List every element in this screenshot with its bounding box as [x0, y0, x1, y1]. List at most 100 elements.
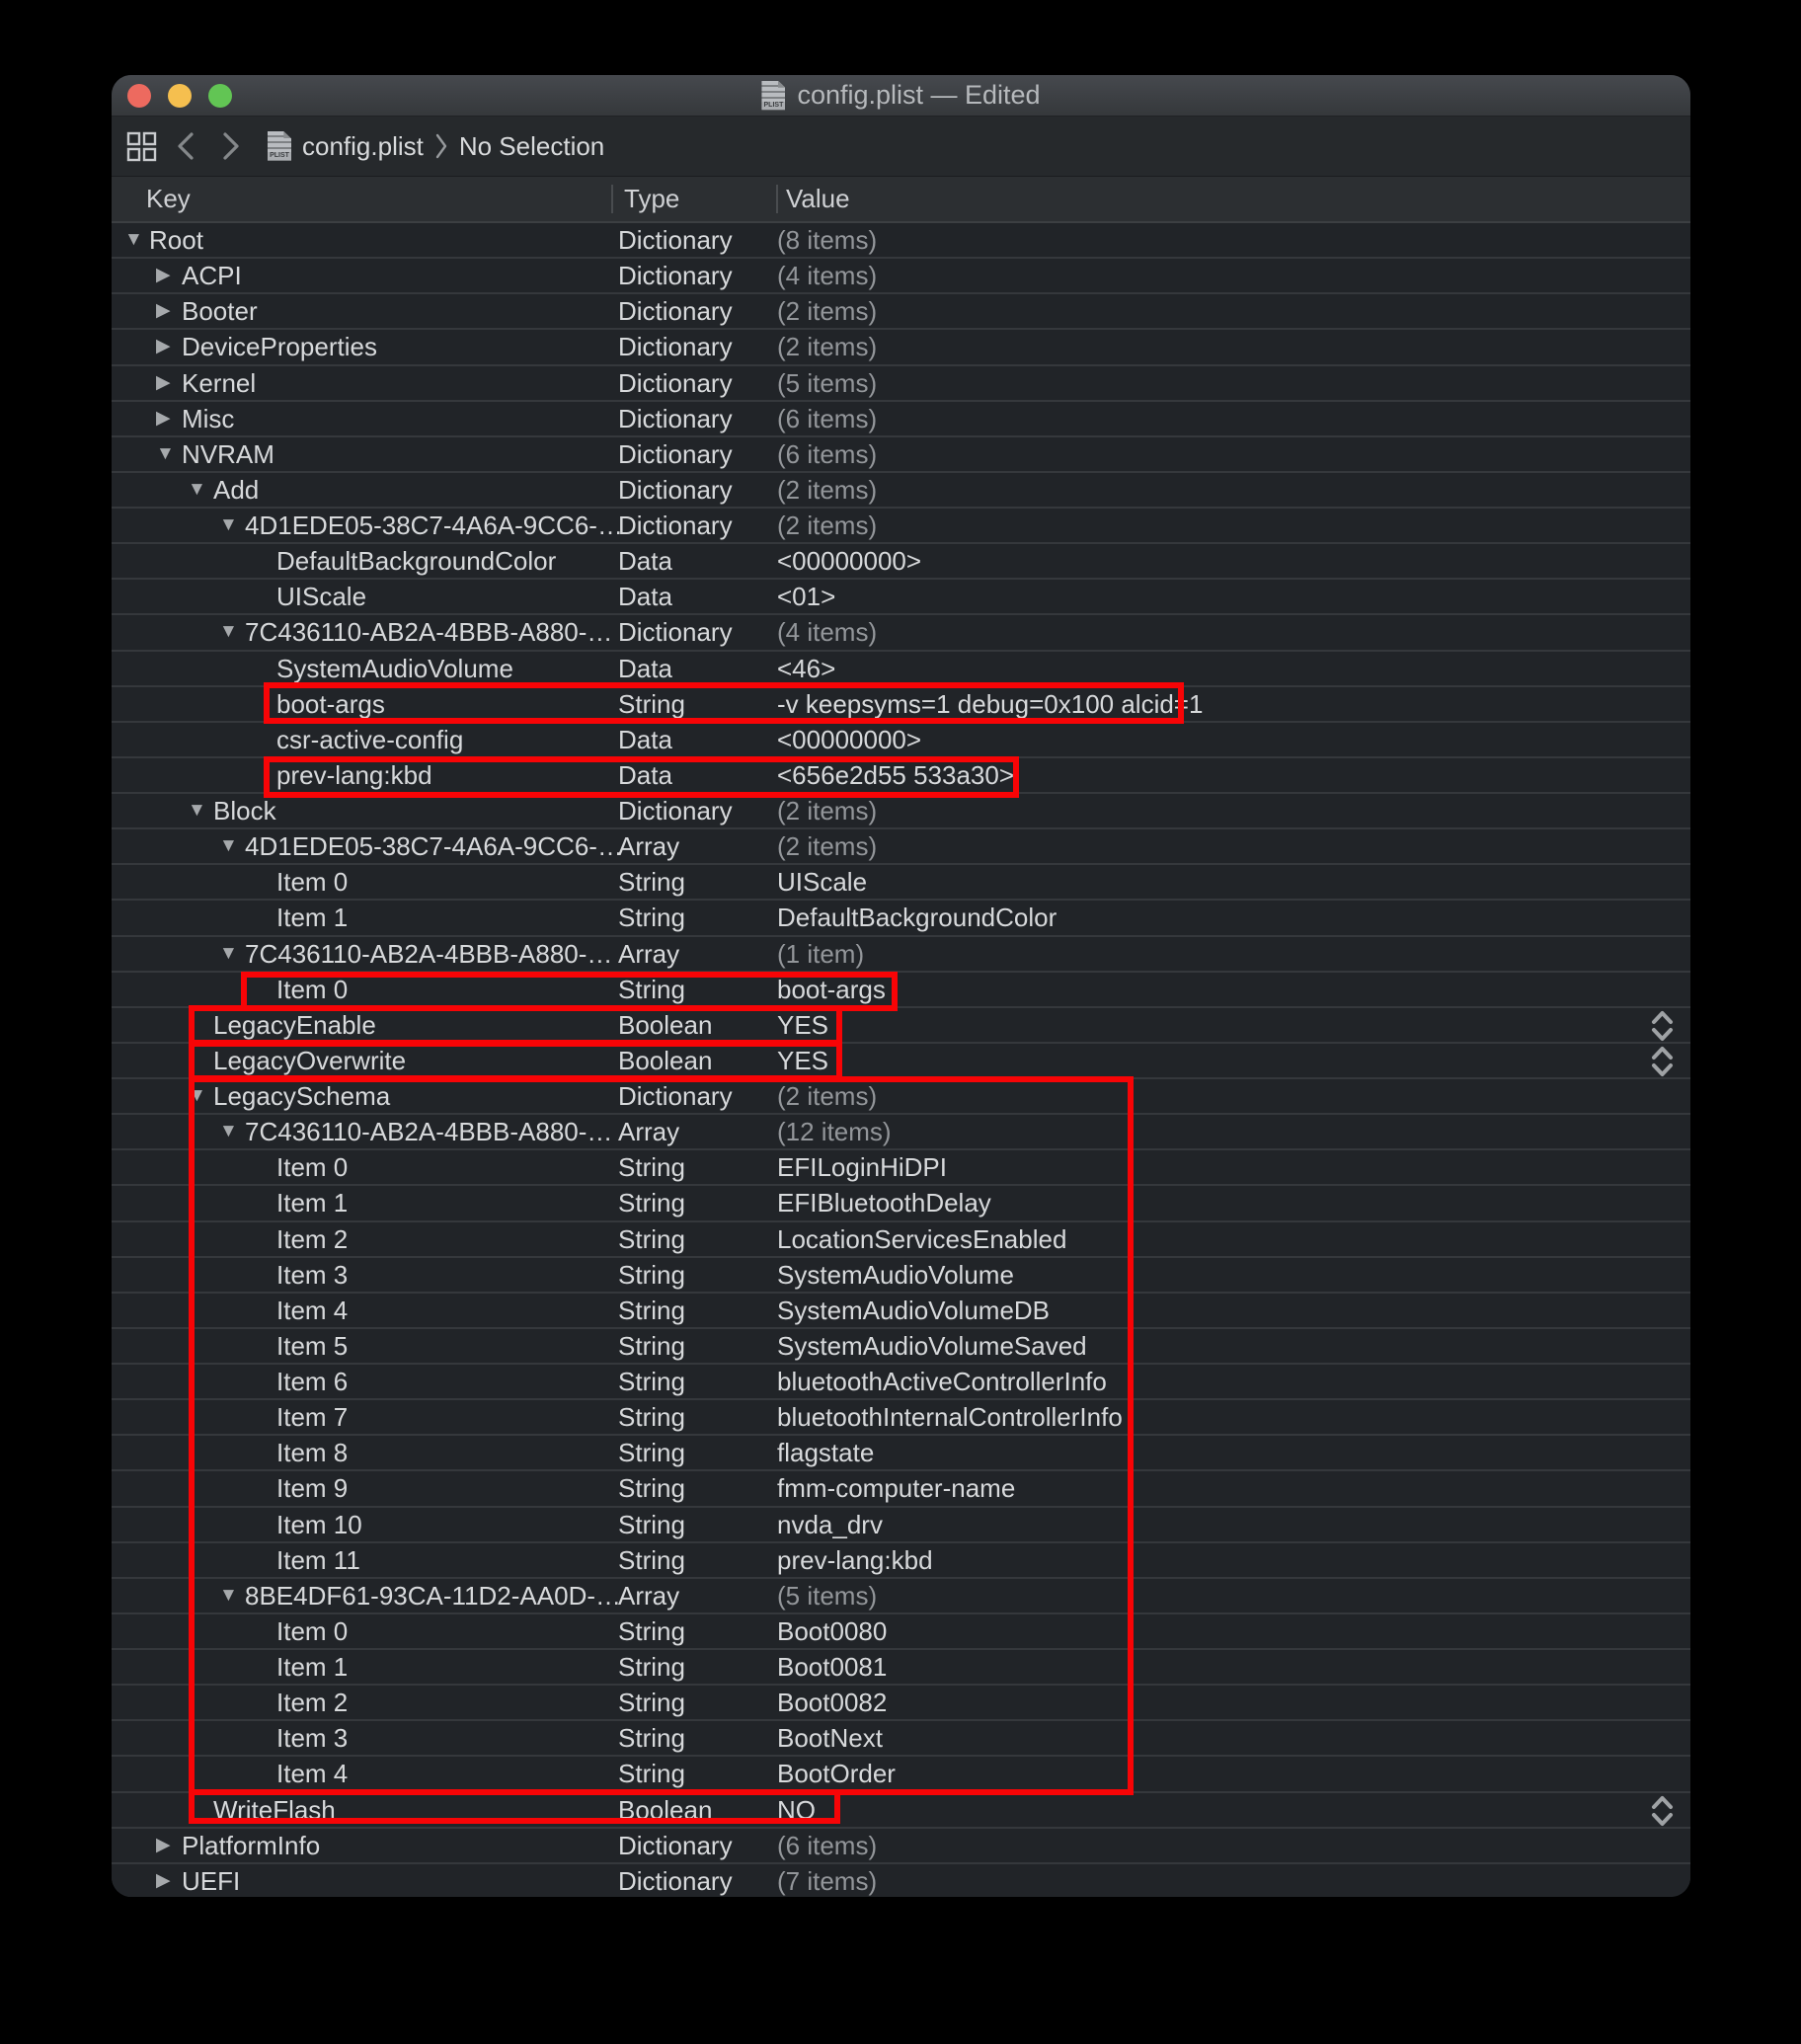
- disclosure-triangle-icon[interactable]: ▼: [124, 223, 143, 257]
- plist-row-item-0[interactable]: Item 0 String boot-args: [112, 973, 1690, 1008]
- plist-row-uefi[interactable]: ▶ UEFI Dictionary (7 items): [112, 1864, 1690, 1897]
- row-type[interactable]: String: [618, 1686, 685, 1719]
- plist-row-booter[interactable]: ▶ Booter Dictionary (2 items): [112, 294, 1690, 330]
- row-value[interactable]: EFIBluetoothDelay: [777, 1186, 991, 1219]
- plist-row-item-10[interactable]: Item 10 String nvda_drv: [112, 1508, 1690, 1543]
- close-button[interactable]: [127, 84, 151, 108]
- row-type[interactable]: Dictionary: [618, 1079, 733, 1113]
- row-type[interactable]: String: [618, 901, 685, 934]
- row-value[interactable]: DefaultBackgroundColor: [777, 901, 1057, 934]
- row-type[interactable]: String: [618, 1365, 685, 1398]
- plist-row-item-2[interactable]: Item 2 String LocationServicesEnabled: [112, 1222, 1690, 1258]
- row-type[interactable]: Array: [618, 937, 679, 971]
- plist-row-item-11[interactable]: Item 11 String prev-lang:kbd: [112, 1543, 1690, 1579]
- row-type[interactable]: String: [618, 1721, 685, 1755]
- plist-row-item-3[interactable]: Item 3 String BootNext: [112, 1721, 1690, 1757]
- row-value[interactable]: (2 items): [777, 1079, 877, 1113]
- plist-row-item-5[interactable]: Item 5 String SystemAudioVolumeSaved: [112, 1329, 1690, 1365]
- plist-row-7c436110-ab2a-4bbb-a880-[interactable]: ▼ 7C436110-AB2A-4BBB-A880-… Array (1 ite…: [112, 937, 1690, 973]
- boolean-updown-chevrons-icon[interactable]: [1649, 1045, 1676, 1078]
- plist-row-item-0[interactable]: Item 0 String EFILoginHiDPI: [112, 1150, 1690, 1186]
- row-type[interactable]: Dictionary: [618, 330, 733, 363]
- row-type[interactable]: Array: [618, 1115, 679, 1148]
- plist-row-add[interactable]: ▼ Add Dictionary (2 items): [112, 473, 1690, 509]
- plist-row-item-4[interactable]: Item 4 String BootOrder: [112, 1757, 1690, 1792]
- column-header-type[interactable]: Type: [624, 184, 679, 214]
- plist-row-item-4[interactable]: Item 4 String SystemAudioVolumeDB: [112, 1294, 1690, 1329]
- row-value[interactable]: (8 items): [777, 223, 877, 257]
- row-value[interactable]: (5 items): [777, 1579, 877, 1612]
- column-divider[interactable]: [611, 185, 613, 213]
- row-type[interactable]: String: [618, 1543, 685, 1577]
- row-value[interactable]: (2 items): [777, 829, 877, 863]
- row-type[interactable]: String: [618, 973, 685, 1006]
- row-value[interactable]: (1 item): [777, 937, 864, 971]
- plist-row-uiscale[interactable]: UIScale Data <01>: [112, 580, 1690, 615]
- row-type[interactable]: Dictionary: [618, 259, 733, 292]
- row-value[interactable]: Boot0082: [777, 1686, 887, 1719]
- plist-row-systemaudiovolume[interactable]: SystemAudioVolume Data <46>: [112, 652, 1690, 687]
- row-type[interactable]: Boolean: [618, 1008, 712, 1042]
- row-value[interactable]: BootNext: [777, 1721, 883, 1755]
- disclosure-triangle-icon[interactable]: ▶: [156, 259, 171, 292]
- row-type[interactable]: Dictionary: [618, 294, 733, 328]
- disclosure-triangle-icon[interactable]: ▶: [156, 366, 171, 400]
- row-type[interactable]: Data: [618, 652, 672, 685]
- disclosure-triangle-icon[interactable]: ▼: [219, 1579, 238, 1612]
- breadcrumb-file-name[interactable]: config.plist: [302, 131, 424, 162]
- related-items-icon[interactable]: [126, 131, 157, 162]
- row-type[interactable]: Data: [618, 723, 672, 756]
- row-type[interactable]: String: [618, 687, 685, 721]
- row-value[interactable]: NO: [777, 1793, 816, 1827]
- disclosure-triangle-icon[interactable]: ▼: [188, 794, 206, 827]
- plist-row-item-1[interactable]: Item 1 String EFIBluetoothDelay: [112, 1186, 1690, 1221]
- zoom-button[interactable]: [208, 84, 232, 108]
- disclosure-triangle-icon[interactable]: ▼: [219, 509, 238, 542]
- row-value[interactable]: <00000000>: [777, 723, 921, 756]
- row-value[interactable]: bluetoothInternalControllerInfo: [777, 1400, 1123, 1434]
- plist-row-misc[interactable]: ▶ Misc Dictionary (6 items): [112, 402, 1690, 437]
- plist-row-csr-active-config[interactable]: csr-active-config Data <00000000>: [112, 723, 1690, 758]
- plist-row-item-2[interactable]: Item 2 String Boot0082: [112, 1686, 1690, 1721]
- row-value[interactable]: <01>: [777, 580, 835, 613]
- row-type[interactable]: Array: [618, 1579, 679, 1612]
- row-type[interactable]: Data: [618, 544, 672, 578]
- row-value[interactable]: prev-lang:kbd: [777, 1543, 933, 1577]
- row-value[interactable]: Boot0081: [777, 1650, 887, 1684]
- row-value[interactable]: (2 items): [777, 509, 877, 542]
- plist-row-item-1[interactable]: Item 1 String Boot0081: [112, 1650, 1690, 1686]
- row-value[interactable]: (5 items): [777, 366, 877, 400]
- row-type[interactable]: String: [618, 1186, 685, 1219]
- row-type[interactable]: Data: [618, 758, 672, 792]
- plist-row-deviceproperties[interactable]: ▶ DeviceProperties Dictionary (2 items): [112, 330, 1690, 365]
- row-value[interactable]: nvda_drv: [777, 1508, 883, 1541]
- row-type[interactable]: String: [618, 1400, 685, 1434]
- row-value[interactable]: bluetoothActiveControllerInfo: [777, 1365, 1107, 1398]
- row-value[interactable]: (2 items): [777, 473, 877, 507]
- row-value[interactable]: (2 items): [777, 794, 877, 827]
- forward-button[interactable]: [220, 129, 242, 163]
- row-value[interactable]: EFILoginHiDPI: [777, 1150, 947, 1184]
- plist-row-item-3[interactable]: Item 3 String SystemAudioVolume: [112, 1258, 1690, 1294]
- row-value[interactable]: <00000000>: [777, 544, 921, 578]
- plist-row-4d1ede05-38c7-4a6a-9cc6-[interactable]: ▼ 4D1EDE05-38C7-4A6A-9CC6-… Array (2 ite…: [112, 829, 1690, 865]
- row-type[interactable]: String: [618, 1258, 685, 1292]
- disclosure-triangle-icon[interactable]: ▼: [219, 937, 238, 971]
- row-value[interactable]: <656e2d55 533a30>: [777, 758, 1014, 792]
- row-type[interactable]: Dictionary: [618, 1864, 733, 1897]
- row-type[interactable]: String: [618, 1471, 685, 1505]
- row-value[interactable]: (12 items): [777, 1115, 892, 1148]
- plist-row-legacyoverwrite[interactable]: LegacyOverwrite Boolean YES: [112, 1044, 1690, 1079]
- row-value[interactable]: boot-args: [777, 973, 886, 1006]
- plist-row-item-7[interactable]: Item 7 String bluetoothInternalControlle…: [112, 1400, 1690, 1436]
- row-type[interactable]: String: [618, 1757, 685, 1790]
- disclosure-triangle-icon[interactable]: ▶: [156, 402, 171, 435]
- plist-row-7c436110-ab2a-4bbb-a880-[interactable]: ▼ 7C436110-AB2A-4BBB-A880-… Array (12 it…: [112, 1115, 1690, 1150]
- plist-row-8be4df61-93ca-11d2-aa0d-[interactable]: ▼ 8BE4DF61-93CA-11D2-AA0D-… Array (5 ite…: [112, 1579, 1690, 1614]
- plist-row-root[interactable]: ▼ Root Dictionary (8 items): [112, 223, 1690, 259]
- disclosure-triangle-icon[interactable]: ▼: [156, 437, 175, 471]
- row-type[interactable]: String: [618, 1614, 685, 1648]
- row-type[interactable]: String: [618, 1436, 685, 1469]
- row-value[interactable]: SystemAudioVolumeSaved: [777, 1329, 1087, 1363]
- row-type[interactable]: Dictionary: [618, 794, 733, 827]
